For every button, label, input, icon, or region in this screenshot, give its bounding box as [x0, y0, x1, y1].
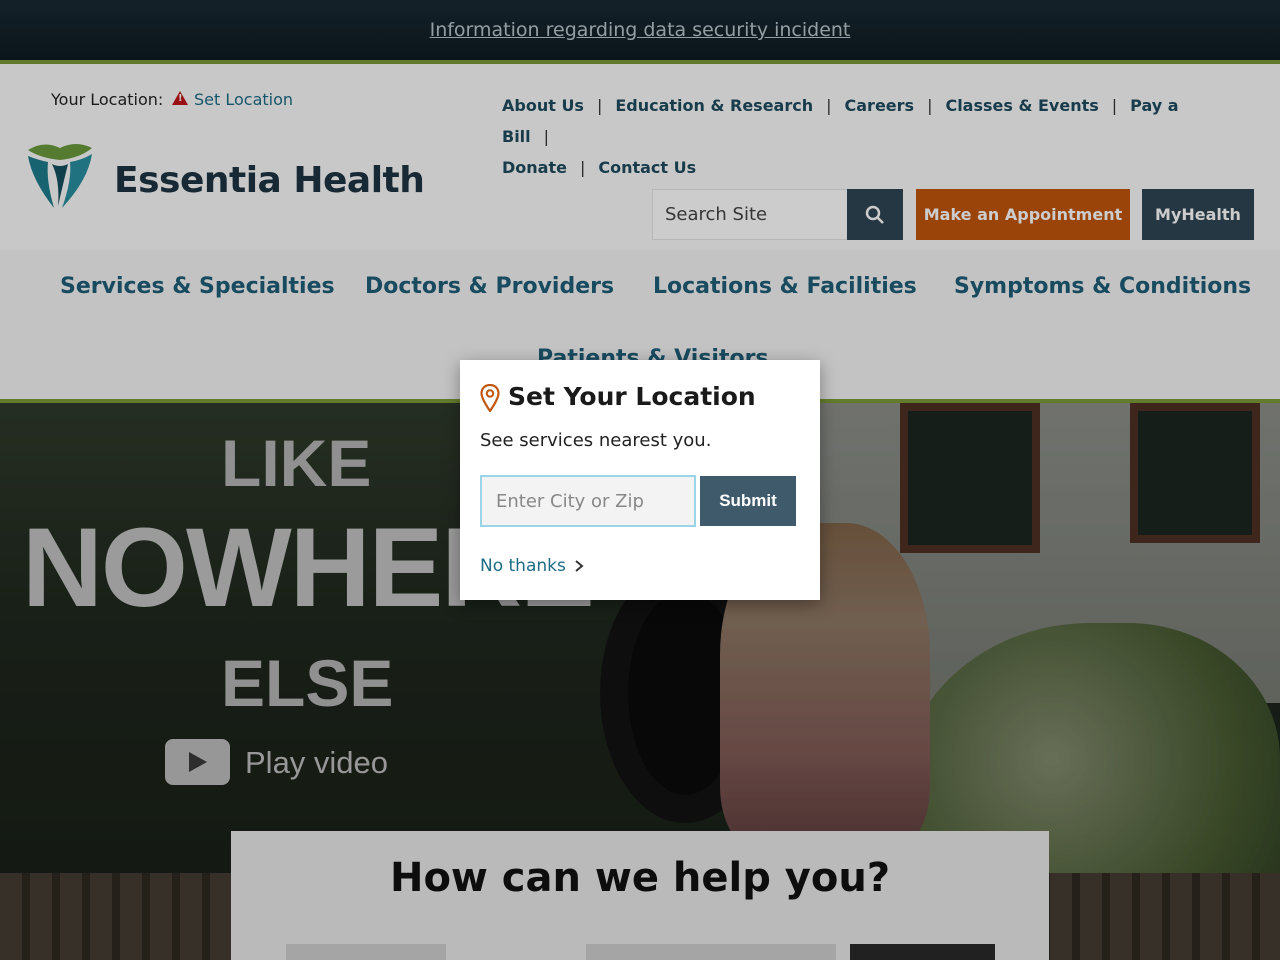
- no-thanks-label: No thanks: [480, 556, 566, 576]
- modal-title: Set Your Location: [508, 382, 756, 411]
- location-pin-icon: [480, 384, 500, 412]
- modal-subtitle: See services nearest you.: [480, 430, 712, 451]
- set-location-modal: Set Your Location See services nearest y…: [460, 360, 820, 600]
- chevron-right-icon: [575, 560, 584, 572]
- submit-button[interactable]: Submit: [700, 476, 796, 526]
- city-zip-input[interactable]: [480, 475, 696, 527]
- no-thanks-link[interactable]: No thanks: [480, 556, 584, 576]
